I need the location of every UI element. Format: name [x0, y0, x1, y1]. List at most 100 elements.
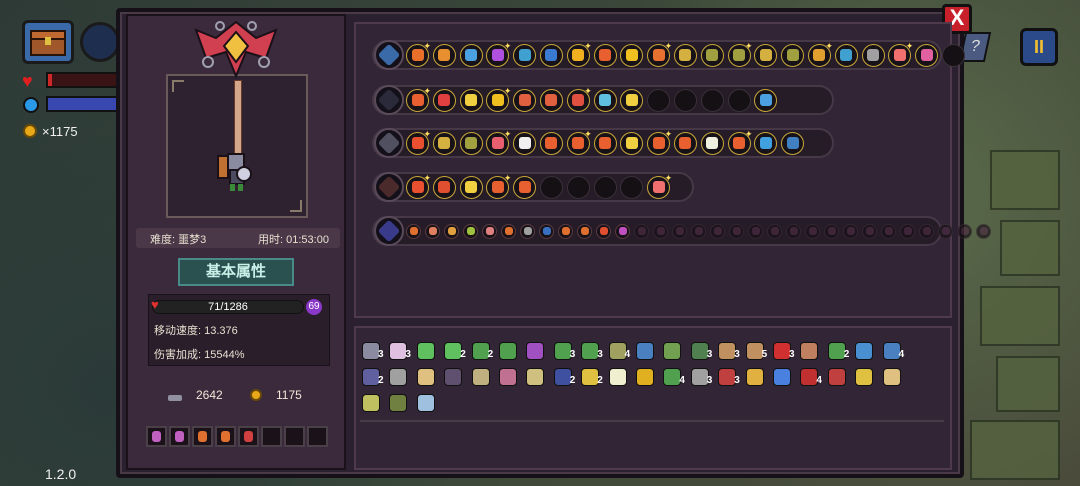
empty-enchant-slot[interactable] — [727, 88, 751, 112]
empty-enchant-slot[interactable] — [700, 88, 724, 112]
empty-orb-slot[interactable] — [767, 223, 782, 239]
inventory-item[interactable] — [636, 364, 660, 386]
inventory-item[interactable] — [471, 364, 496, 386]
enchant-slot[interactable] — [513, 88, 537, 112]
inventory-item[interactable]: 2 — [827, 338, 852, 360]
enchant-slot[interactable] — [513, 43, 537, 67]
enchant-slot[interactable] — [781, 131, 805, 155]
inventory-item[interactable]: 2 — [553, 364, 578, 386]
inventory-item[interactable] — [855, 364, 879, 386]
enchant-slot[interactable] — [593, 43, 617, 67]
empty-orb-slot[interactable] — [634, 223, 649, 239]
orb-slot[interactable] — [482, 223, 497, 239]
enchant-slot[interactable] — [539, 131, 563, 155]
inventory-item[interactable] — [773, 364, 797, 386]
inventory-item[interactable] — [882, 364, 907, 386]
empty-enchant-slot[interactable] — [566, 175, 590, 199]
inventory-item[interactable] — [444, 364, 468, 386]
cannon-icon[interactable] — [374, 128, 404, 158]
inventory-item[interactable] — [608, 364, 633, 386]
orb-slot[interactable] — [520, 223, 535, 239]
inventory-item[interactable]: 3 — [553, 338, 578, 360]
empty-orb-slot[interactable] — [938, 223, 953, 239]
orb-slot[interactable] — [425, 223, 440, 239]
inventory-item[interactable] — [389, 364, 413, 386]
enchant-slot[interactable] — [620, 88, 644, 112]
empty-orb-slot[interactable] — [748, 223, 763, 239]
empty-orb-slot[interactable] — [843, 223, 858, 239]
chest-icon[interactable] — [374, 40, 404, 70]
enchant-slot[interactable] — [861, 43, 885, 67]
inventory-item[interactable]: 4 — [663, 364, 687, 386]
inventory-item[interactable]: 3 — [389, 338, 413, 360]
enchant-slot[interactable]: ✦ — [406, 41, 431, 67]
equipped-weapon-icon[interactable] — [80, 22, 120, 62]
enchant-slot[interactable]: ✦ — [486, 173, 511, 199]
enchant-slot[interactable] — [700, 131, 724, 155]
inventory-item[interactable]: 2 — [444, 338, 468, 360]
enchant-slot[interactable] — [459, 43, 483, 67]
empty-enchant-slot[interactable] — [593, 175, 617, 199]
inventory-item[interactable] — [663, 338, 687, 360]
enchant-slot[interactable]: ✦ — [566, 86, 592, 112]
empty-orb-slot[interactable] — [900, 223, 915, 239]
orb-slot[interactable] — [615, 223, 630, 239]
enchant-slot[interactable]: ✦ — [566, 41, 592, 67]
empty-orb-slot[interactable] — [710, 223, 725, 239]
inventory-item[interactable] — [499, 364, 523, 386]
enchant-slot[interactable]: ✦ — [486, 86, 511, 112]
orb-slot[interactable] — [406, 223, 421, 239]
orb-slot[interactable] — [558, 223, 573, 239]
enchant-slot[interactable] — [620, 131, 644, 155]
orb-slot[interactable] — [539, 223, 554, 239]
enchant-slot[interactable] — [513, 175, 537, 199]
enchant-slot[interactable]: ✦ — [647, 173, 672, 199]
quick-slot[interactable] — [169, 426, 190, 447]
inventory-item[interactable]: 3 — [718, 338, 742, 360]
enchant-slot[interactable] — [432, 175, 456, 199]
inventory-item[interactable]: 2 — [471, 338, 496, 360]
enchant-slot[interactable] — [459, 131, 483, 155]
enchant-slot[interactable] — [673, 43, 697, 67]
enchant-slot[interactable] — [700, 43, 724, 67]
inventory-item[interactable] — [499, 338, 523, 360]
empty-orb-slot[interactable] — [862, 223, 877, 239]
empty-orb-slot[interactable] — [691, 223, 706, 239]
enchant-slot[interactable] — [593, 88, 617, 112]
enchant-slot[interactable]: ✦ — [406, 129, 431, 155]
enchant-slot[interactable] — [459, 175, 483, 199]
inventory-item[interactable]: 2 — [581, 364, 605, 386]
enchant-slot[interactable] — [754, 43, 778, 67]
empty-orb-slot[interactable] — [786, 223, 801, 239]
inventory-item[interactable] — [827, 364, 852, 386]
inventory-item[interactable] — [416, 390, 441, 412]
enchant-slot[interactable]: ✦ — [406, 86, 431, 112]
enchant-slot[interactable]: ✦ — [486, 41, 511, 67]
inventory-item[interactable] — [800, 338, 824, 360]
inventory-item[interactable]: 3 — [690, 364, 715, 386]
enchant-slot[interactable] — [513, 131, 537, 155]
inventory-item[interactable]: 3 — [718, 364, 742, 386]
inventory-item[interactable] — [745, 364, 770, 386]
empty-orb-slot[interactable] — [824, 223, 839, 239]
empty-orb-slot[interactable] — [653, 223, 668, 239]
quick-slot[interactable] — [261, 426, 282, 447]
inventory-item[interactable] — [636, 338, 660, 360]
enchant-slot[interactable] — [593, 131, 617, 155]
enchant-slot[interactable] — [754, 131, 778, 155]
enchant-slot[interactable]: ✦ — [807, 41, 833, 67]
orb-icon[interactable] — [374, 216, 404, 246]
quick-slot[interactable] — [215, 426, 236, 447]
empty-orb-slot[interactable] — [672, 223, 687, 239]
inventory-item[interactable] — [416, 364, 441, 386]
chest-portrait-icon[interactable] — [22, 20, 74, 64]
inventory-item[interactable] — [389, 390, 413, 412]
quick-slot[interactable] — [284, 426, 305, 447]
inventory-item[interactable]: 4 — [800, 364, 824, 386]
empty-enchant-slot[interactable] — [647, 88, 671, 112]
empty-enchant-slot[interactable] — [620, 175, 644, 199]
enchant-slot[interactable]: ✦ — [566, 129, 592, 155]
enchant-slot[interactable] — [539, 43, 563, 67]
enchant-slot[interactable] — [432, 131, 456, 155]
enchant-slot[interactable] — [915, 43, 939, 67]
